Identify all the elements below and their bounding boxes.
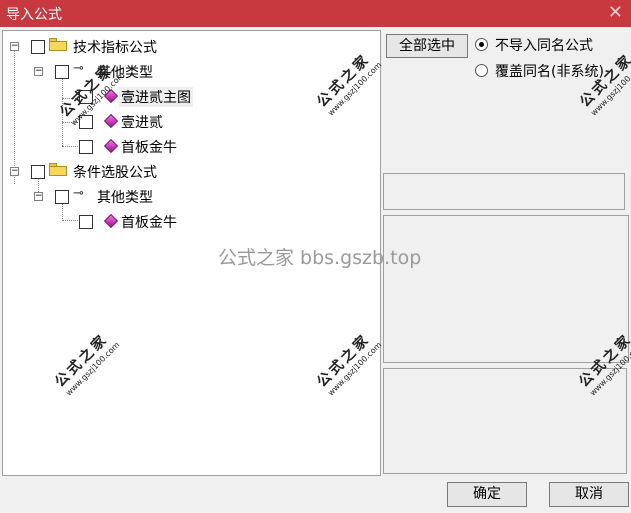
collapse-icon[interactable]: − xyxy=(10,42,19,51)
dialog-body: − 技术指标公式 − ⊸ 其他类型 壹进贰主图 壹进贰 首板金牛 − 条件选股公… xyxy=(0,27,631,513)
collapse-icon[interactable]: − xyxy=(10,167,19,176)
tree-item[interactable]: 壹进贰 xyxy=(3,109,373,133)
tree-item[interactable]: 首板金牛 xyxy=(3,134,373,158)
formula-icon xyxy=(103,113,119,129)
collapse-icon[interactable]: − xyxy=(34,192,43,201)
group-checkbox[interactable] xyxy=(31,40,45,54)
description-panel xyxy=(383,215,629,363)
select-all-button[interactable]: 全部选中 xyxy=(386,34,468,58)
item-label: 首板金牛 xyxy=(121,215,177,231)
folder-icon xyxy=(49,163,67,176)
item-label: 壹进贰主图 xyxy=(119,87,193,107)
item-checkbox[interactable] xyxy=(79,140,93,154)
category-checkbox[interactable] xyxy=(55,190,69,204)
cancel-button[interactable]: 取消 xyxy=(549,482,629,507)
item-label: 首板金牛 xyxy=(121,140,177,156)
info-field xyxy=(383,173,625,210)
radio-overwrite-label: 覆盖同名(非系统) xyxy=(495,64,604,80)
tree-node-group[interactable]: − 技术指标公式 xyxy=(3,34,373,58)
group-label: 条件选股公式 xyxy=(73,165,157,181)
tree-node-category[interactable]: − ⊸ 其他类型 xyxy=(3,184,373,208)
radio-overwrite-duplicates[interactable] xyxy=(475,64,488,77)
watermark-text: 公式之家 bbs.gszb.top xyxy=(218,247,422,269)
category-checkbox[interactable] xyxy=(55,65,69,79)
radio-skip-label: 不导入同名公式 xyxy=(495,38,593,54)
key-icon: ⊸ xyxy=(73,186,84,201)
watermark-stamp: 公式之家 www.gszj100.com xyxy=(577,51,631,118)
key-icon: ⊸ xyxy=(73,61,84,76)
formula-icon xyxy=(103,213,119,229)
close-icon[interactable]: ✕ xyxy=(608,2,623,23)
tree-node-category[interactable]: − ⊸ 其他类型 xyxy=(3,59,373,83)
ok-button[interactable]: 确定 xyxy=(447,482,527,507)
radio-skip-duplicates[interactable] xyxy=(475,38,488,51)
group-checkbox[interactable] xyxy=(31,165,45,179)
collapse-icon[interactable]: − xyxy=(34,67,43,76)
item-label: 壹进贰 xyxy=(121,115,163,131)
title-bar: 导入公式 ✕ xyxy=(0,0,631,27)
item-checkbox[interactable] xyxy=(79,215,93,229)
tree-node-group[interactable]: − 条件选股公式 xyxy=(3,159,373,183)
category-label: 其他类型 xyxy=(97,190,153,206)
window-title: 导入公式 xyxy=(6,7,62,23)
folder-icon xyxy=(49,38,67,51)
formula-icon xyxy=(103,138,119,154)
tree-item[interactable]: 首板金牛 xyxy=(3,209,373,233)
group-label: 技术指标公式 xyxy=(73,40,157,56)
